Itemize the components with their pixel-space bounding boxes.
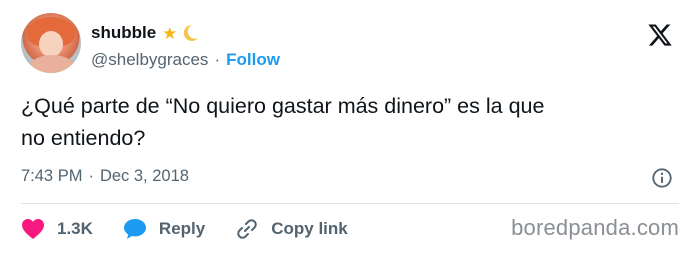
speech-bubble-icon (123, 219, 146, 239)
display-name[interactable]: shubble (91, 23, 156, 43)
copy-link-label: Copy link (271, 219, 348, 238)
separator-dot: · (88, 167, 94, 185)
tweet-text: ¿Qué parte de “No quiero gastar más dine… (21, 94, 545, 150)
reply-label: Reply (158, 219, 206, 238)
separator-dot: · (214, 50, 221, 69)
handle-row: @shelbygraces · Follow (91, 50, 280, 70)
handle[interactable]: @shelbygraces (91, 50, 208, 70)
avatar-shoulder (27, 55, 77, 73)
follow-button[interactable]: Follow (226, 50, 280, 70)
link-icon (237, 219, 257, 239)
star-icon: ★ (162, 23, 178, 43)
divider (21, 203, 679, 204)
author-name-row: shubble ★ (91, 22, 199, 44)
copy-link-button[interactable]: Copy link (235, 217, 348, 241)
like-count: 1.3K (57, 219, 93, 238)
tweet-date: Dec 3, 2018 (99, 167, 189, 185)
tweet-time: 7:43 PM (21, 167, 83, 185)
timestamp-row[interactable]: 7:43 PM · Dec 3, 2018 (21, 167, 189, 186)
watermark: boredpanda.com (511, 215, 679, 240)
avatar[interactable] (21, 13, 81, 73)
x-logo-icon[interactable] (645, 22, 675, 48)
heart-icon (22, 219, 44, 239)
action-bar: 1.3K Reply Copy link (21, 213, 348, 245)
crescent-moon-icon (184, 24, 199, 41)
info-icon[interactable] (651, 167, 673, 189)
avatar-face (39, 31, 63, 57)
like-button[interactable]: 1.3K (21, 218, 93, 240)
reply-button[interactable]: Reply (123, 218, 205, 240)
